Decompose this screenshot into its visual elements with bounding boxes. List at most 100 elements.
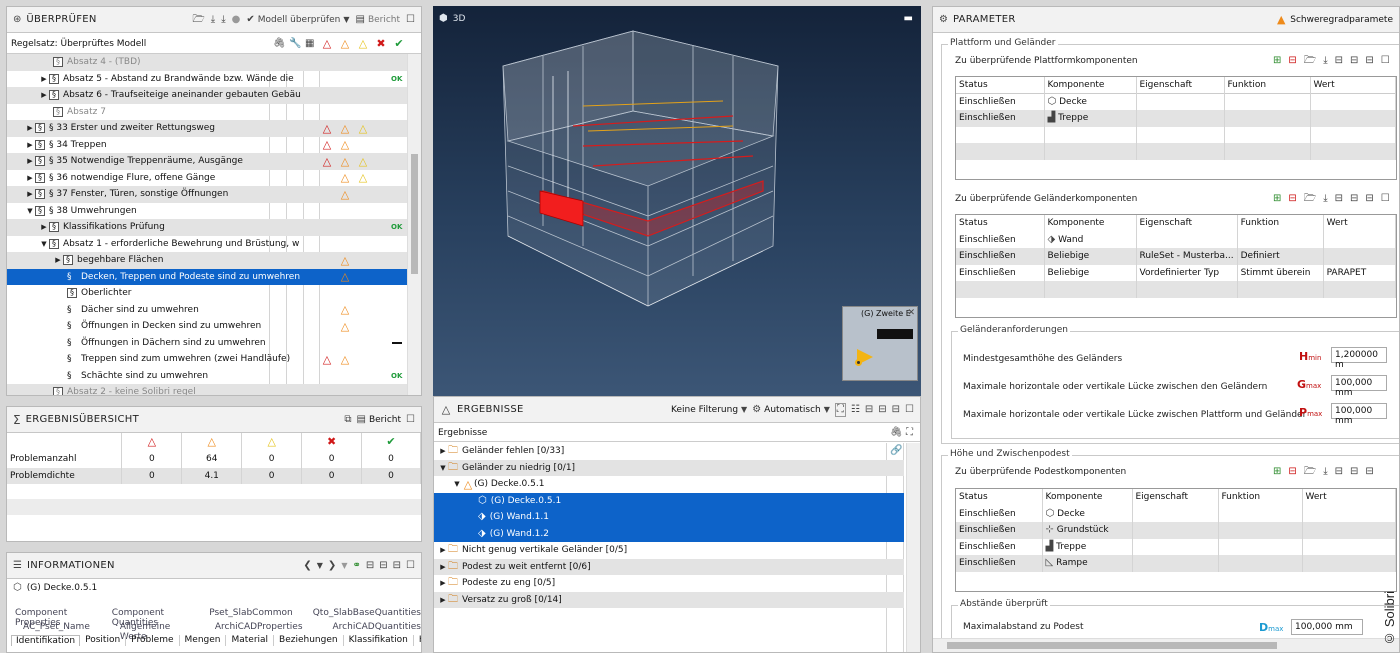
tab-klassifikation[interactable]: Klassifikation <box>344 635 414 646</box>
max-gap-input[interactable]: 100,000 mm <box>1331 375 1387 398</box>
maximize-icon[interactable]: ☐ <box>1381 56 1390 66</box>
tree-row[interactable]: § Absatz 4 - (TBD) <box>7 54 408 71</box>
wrench-icon[interactable]: 🔧 <box>289 38 301 49</box>
tab-identifikation[interactable]: Identifikation <box>11 635 81 646</box>
download-icon[interactable]: ⤓ <box>211 14 215 25</box>
tree-row[interactable]: § Öffnungen in Dächern sind zu umwehren <box>7 335 408 352</box>
maximize-icon[interactable]: ☐ <box>406 560 415 571</box>
tree-row-selected[interactable]: § Decken, Treppen und Podeste sind zu umw… <box>7 268 408 285</box>
lock-icon[interactable]: ⊟ <box>1365 56 1373 66</box>
results-row-selected[interactable]: ⬗ (G) Wand.1.1 <box>434 509 904 526</box>
tree-row[interactable]: ▶ § begehbare Flächen △ <box>7 252 408 269</box>
tree-row[interactable]: ▶ § § 33 Erster und zweiter Rettungsweg △ △ △ <box>7 120 408 137</box>
open-folder-icon[interactable]: 🗁 <box>1304 56 1316 66</box>
download-alt-icon[interactable]: ⤓ <box>221 14 225 25</box>
results-row[interactable]: ▼ 🗀 Geländer zu niedrig [0/1] <box>434 459 904 476</box>
lock-icon[interactable]: ⊟ <box>1365 194 1373 204</box>
open-folder-icon[interactable]: 🗁 <box>192 14 204 25</box>
results-row[interactable]: ▶ 🗀 Geländer fehlen [0/33] 🔗 <box>434 443 904 460</box>
tab-probleme[interactable]: Probleme <box>126 635 180 646</box>
remove-row-icon[interactable]: ⊟ <box>1288 56 1296 66</box>
back-icon[interactable]: ❮ <box>303 560 311 571</box>
lock-icon[interactable]: ⊟ <box>1335 56 1343 66</box>
check-scrollbar[interactable] <box>407 54 421 395</box>
maximize-icon[interactable]: ☐ <box>905 404 914 415</box>
table-icon[interactable]: ▦ <box>305 38 314 49</box>
tree-row[interactable]: ▶ § § 35 Notwendige Treppenräume, Ausgänge… <box>7 153 408 170</box>
results-row[interactable]: ▶ 🗀 Podest zu weit entfernt [0/6] <box>434 558 904 575</box>
remove-row-icon[interactable]: ⊟ <box>1288 467 1296 477</box>
tree-row[interactable]: ▶ § § 34 Treppen △ △ <box>7 137 408 154</box>
download-icon[interactable]: ⤓ <box>1323 467 1327 477</box>
lock-icon[interactable]: ⊟ <box>393 560 401 571</box>
results-row[interactable]: ▶ 🗀 Versatz zu groß [0/14] <box>434 591 904 608</box>
auto-dropdown[interactable]: ⚙ Automatisch ▼ <box>752 404 830 415</box>
parameter-hscrollbar[interactable] <box>933 638 1399 652</box>
tree-row[interactable]: § Treppen sind zum umwehren (zwei Handläu… <box>7 351 408 368</box>
tree-row[interactable]: § Öffnungen in Decken sind zu umwehren △ <box>7 318 408 335</box>
results-scrollbar[interactable] <box>906 443 920 652</box>
minimap[interactable]: (G) Zweite E ✕ <box>842 306 918 381</box>
lock-icon[interactable]: ⊟ <box>1335 467 1343 477</box>
remove-row-icon[interactable]: ⊟ <box>1288 194 1296 204</box>
tab-hyperlinks[interactable]: Hyperlinks <box>414 635 421 646</box>
railing-row[interactable]: Einschließen ⬗ Wand <box>956 231 1397 248</box>
maximize-icon[interactable]: ☐ <box>406 414 415 425</box>
export-icon[interactable]: ⧉ <box>344 414 351 425</box>
open-folder-icon[interactable]: 🗁 <box>1304 467 1316 477</box>
download-icon[interactable]: ⤓ <box>1323 56 1327 66</box>
tree-row[interactable]: § Dächer sind zu umwehren △ <box>7 302 408 319</box>
results-row[interactable]: ▶ 🗀 Podeste zu eng [0/5] <box>434 575 904 592</box>
lock-icon[interactable]: ⊟ <box>366 560 374 571</box>
lock-icon[interactable]: ⊟ <box>1335 194 1343 204</box>
attachment-icon[interactable]: 🖇 <box>273 38 286 49</box>
lock-icon[interactable]: ⊟ <box>1365 467 1373 477</box>
tab-material[interactable]: Material <box>226 635 275 646</box>
lock-icon[interactable]: ⊟ <box>1350 194 1358 204</box>
landing-row[interactable]: Einschließen ▟ Treppe <box>956 538 1396 555</box>
platform-row[interactable]: Einschließen ⬡ Decke <box>956 93 1396 110</box>
tree-row[interactable]: ▼ § Absatz 1 - erforderliche Bewehrung und… <box>7 236 408 253</box>
summary-report-button[interactable]: ▤ Bericht <box>356 414 401 425</box>
lock-icon[interactable]: ⊟ <box>379 560 387 571</box>
tree-row[interactable]: § Schächte sind zu umwehren OK <box>7 368 408 385</box>
railing-row[interactable]: Einschließen Beliebige Vordefinierter Typ S… <box>956 264 1397 281</box>
max-distance-input[interactable]: 100,000 mm <box>1291 619 1363 635</box>
tree-row[interactable]: § Oberlichter <box>7 285 408 302</box>
tree-row[interactable]: ▶ § Klassifikations Prüfung OK <box>7 219 408 236</box>
tree-row[interactable]: ▼ § § 38 Umwehrungen <box>7 203 408 220</box>
min-height-input[interactable]: 1,200000 m <box>1331 347 1387 370</box>
filter-dropdown[interactable]: Keine Filterung ▼ <box>671 405 747 415</box>
maximize-icon[interactable]: ☐ <box>406 14 415 25</box>
tree-row[interactable]: ▶ § § 37 Fenster, Türen, sonstige Öffnunge… <box>7 186 408 203</box>
tree-row[interactable]: § Absatz 7 <box>7 104 408 121</box>
zoom-fit-icon[interactable]: ⛶ <box>906 427 913 438</box>
landing-row[interactable]: Einschließen ◺ Rampe <box>956 555 1396 572</box>
tab-position[interactable]: Position <box>80 635 127 646</box>
chevron-down-icon[interactable]: ▼ <box>341 561 347 571</box>
tab-severity-params[interactable]: ▲ Schweregradparamete <box>1275 14 1393 25</box>
maximize-icon[interactable]: ☐ <box>1381 194 1390 204</box>
platform-row[interactable]: Einschließen ▟ Treppe <box>956 110 1396 127</box>
landing-row[interactable]: Einschließen ⬡ Decke <box>956 505 1396 522</box>
railing-row[interactable]: Einschließen Beliebige RuleSet - Musterba.… <box>956 248 1397 265</box>
lock-icon[interactable]: ⊟ <box>878 404 886 415</box>
close-icon[interactable]: ✕ <box>907 308 915 318</box>
add-row-icon[interactable]: ⊞ <box>1273 194 1281 204</box>
tab-beziehungen[interactable]: Beziehungen <box>274 635 344 646</box>
check-model-button[interactable]: ✔ Modell überprüfen ▼ <box>246 14 349 25</box>
tree-row[interactable]: ▶ § Absatz 6 - Traufseiteige aneinander ge… <box>7 87 408 104</box>
link-icon[interactable]: ⚭ <box>352 560 360 571</box>
attachment-icon[interactable]: 🖇 <box>890 427 903 438</box>
lock-icon[interactable]: ⊟ <box>1350 56 1358 66</box>
add-row-icon[interactable]: ⊞ <box>1273 56 1281 66</box>
max-platform-gap-input[interactable]: 100,000 mm <box>1331 403 1387 426</box>
tab-mengen[interactable]: Mengen <box>180 635 227 646</box>
results-row-selected[interactable]: ⬡ (G) Decke.0.5.1 <box>434 492 904 509</box>
lock-icon[interactable]: ⊟ <box>1350 467 1358 477</box>
open-folder-icon[interactable]: 🗁 <box>1304 194 1316 204</box>
download-icon[interactable]: ⤓ <box>1323 194 1327 204</box>
lock-icon[interactable]: ⊟ <box>865 404 873 415</box>
report-button[interactable]: ▤ Bericht <box>355 14 400 25</box>
results-row[interactable]: ▼ △ (G) Decke.0.5.1 <box>434 476 904 493</box>
